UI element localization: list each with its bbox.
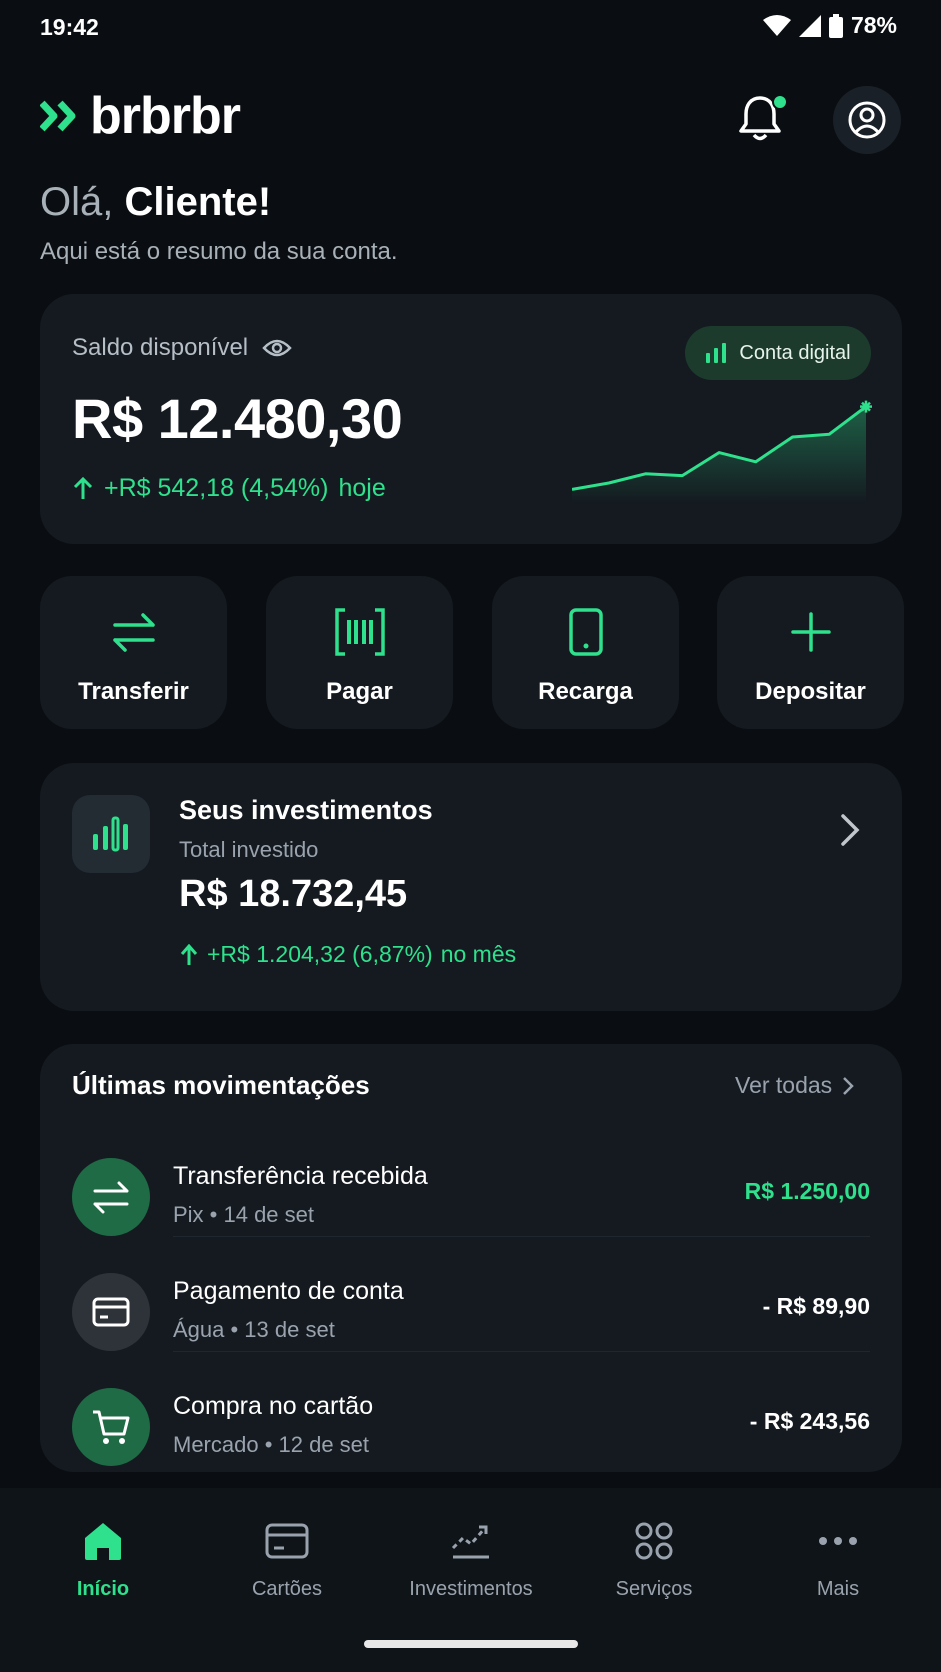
transaction-amount: R$ 1.250,00 bbox=[744, 1178, 870, 1204]
transaction-meta: Mercado • 12 de set bbox=[173, 1432, 370, 1457]
investments-change-row: +R$ 1.204,32 (6,87%) no mês bbox=[179, 941, 516, 968]
transaction-amount: - R$ 89,90 bbox=[762, 1293, 870, 1319]
notification-dot bbox=[772, 94, 788, 110]
chip-label: Conta digital bbox=[739, 341, 851, 364]
action-recharge[interactable]: Recarga bbox=[492, 576, 679, 729]
logo-text: brbrbr bbox=[90, 87, 241, 145]
nav-home[interactable]: Início bbox=[9, 1516, 197, 1601]
plus-icon bbox=[790, 612, 831, 652]
signal-icon bbox=[798, 14, 821, 37]
transaction-row[interactable]: Compra no cartão Mercado • 12 de set - R… bbox=[40, 1370, 902, 1484]
transaction-avatar bbox=[72, 1158, 150, 1236]
see-all-label: Ver todas bbox=[735, 1072, 833, 1098]
investments-title: Seus investimentos bbox=[179, 795, 433, 825]
wifi-icon bbox=[762, 14, 791, 36]
action-label: Recarga bbox=[538, 678, 633, 705]
greeting: Olá, Cliente! bbox=[40, 180, 271, 225]
barcode-icon bbox=[334, 608, 385, 656]
action-label: Depositar bbox=[755, 678, 866, 705]
app-logo: brbrbr bbox=[40, 86, 241, 146]
greeting-subtitle: Aqui está o resumo da sua conta. bbox=[40, 238, 398, 265]
battery-level: 78% bbox=[850, 12, 897, 38]
grid-icon bbox=[635, 1522, 673, 1560]
transaction-title: Compra no cartão bbox=[173, 1392, 374, 1420]
arrow-up-icon bbox=[73, 476, 93, 499]
home-indicator[interactable] bbox=[364, 1640, 578, 1648]
balance-card[interactable]: Saldo disponível R$ 12.480,30 +R$ 542,18… bbox=[40, 294, 902, 544]
nav-more[interactable]: Mais bbox=[744, 1516, 932, 1601]
status-icons: 78% bbox=[762, 12, 897, 39]
balance-label: Saldo disponível bbox=[72, 334, 249, 361]
action-label: Pagar bbox=[326, 678, 393, 705]
transaction-meta: Água • 13 de set bbox=[173, 1317, 335, 1342]
more-dots-icon bbox=[819, 1537, 857, 1545]
chevrons-logo-icon bbox=[40, 100, 76, 132]
nav-label: Cartões bbox=[251, 1578, 323, 1600]
transaction-avatar bbox=[72, 1273, 150, 1351]
phone-icon bbox=[568, 608, 603, 656]
balance-change-row: +R$ 542,18 (4,54%) hoje bbox=[72, 474, 386, 503]
investments-subtitle: Total investido bbox=[179, 837, 319, 862]
investments-change: +R$ 1.204,32 (6,87%) bbox=[207, 941, 433, 967]
divider bbox=[173, 1351, 870, 1352]
nav-cards[interactable]: Cartões bbox=[193, 1516, 381, 1601]
chevron-right-icon[interactable] bbox=[840, 813, 860, 847]
digital-account-chip[interactable]: Conta digital bbox=[685, 326, 871, 380]
transactions-title: Últimas movimentações bbox=[72, 1070, 370, 1100]
greeting-hello: Olá, bbox=[40, 180, 114, 224]
divider bbox=[173, 1236, 870, 1237]
investments-card[interactable]: Seus investimentos Total investido R$ 18… bbox=[40, 763, 902, 1011]
notifications-button[interactable] bbox=[738, 92, 788, 148]
nav-label: Investimentos bbox=[409, 1578, 533, 1600]
investments-icon-box bbox=[72, 795, 150, 873]
balance-sparkline bbox=[572, 400, 872, 504]
transaction-meta: Pix • 14 de set bbox=[173, 1202, 315, 1227]
battery-icon bbox=[828, 13, 843, 38]
home-icon bbox=[85, 1523, 121, 1560]
sparkline-area bbox=[572, 406, 866, 504]
user-icon bbox=[848, 101, 886, 139]
transfer-icon bbox=[93, 1181, 129, 1214]
action-pay[interactable]: Pagar bbox=[266, 576, 453, 729]
action-transfer[interactable]: Transferir bbox=[40, 576, 227, 729]
shopping-cart-icon bbox=[93, 1410, 130, 1444]
nav-label: Início bbox=[76, 1578, 130, 1600]
arrow-up-icon bbox=[180, 943, 198, 965]
status-time: 19:42 bbox=[40, 14, 99, 40]
action-deposit[interactable]: Depositar bbox=[717, 576, 904, 729]
transaction-title: Transferência recebida bbox=[173, 1162, 428, 1190]
transaction-avatar bbox=[72, 1388, 150, 1466]
transactions-card: Últimas movimentações Ver todas Transfer… bbox=[40, 1044, 902, 1472]
card-icon bbox=[265, 1523, 309, 1559]
investments-value: R$ 18.732,45 bbox=[179, 873, 408, 915]
nav-label: Serviços bbox=[615, 1578, 693, 1600]
chevron-right-icon bbox=[843, 1076, 854, 1095]
trend-icon bbox=[451, 1525, 489, 1559]
see-all-link[interactable]: Ver todas bbox=[735, 1072, 854, 1099]
profile-button[interactable] bbox=[833, 86, 901, 154]
nav-services[interactable]: Serviços bbox=[560, 1516, 748, 1601]
balance-change: +R$ 542,18 (4,54%) bbox=[104, 474, 329, 502]
transaction-amount: - R$ 243,56 bbox=[749, 1408, 870, 1434]
credit-card-icon bbox=[92, 1297, 130, 1327]
nav-label: Mais bbox=[816, 1578, 860, 1600]
investment-chart-icon bbox=[93, 816, 128, 852]
transaction-title: Pagamento de conta bbox=[173, 1277, 404, 1305]
nav-investments[interactable]: Investimentos bbox=[377, 1516, 565, 1601]
action-label: Transferir bbox=[78, 678, 189, 705]
balance-label-row: Saldo disponível bbox=[72, 334, 292, 362]
transfer-icon bbox=[112, 613, 155, 652]
bar-chart-icon bbox=[706, 343, 727, 363]
eye-icon[interactable] bbox=[262, 338, 292, 358]
balance-period: hoje bbox=[338, 474, 386, 502]
investments-period: no mês bbox=[440, 941, 517, 967]
balance-value: R$ 12.480,30 bbox=[72, 387, 403, 450]
greeting-name: Cliente! bbox=[124, 180, 272, 224]
